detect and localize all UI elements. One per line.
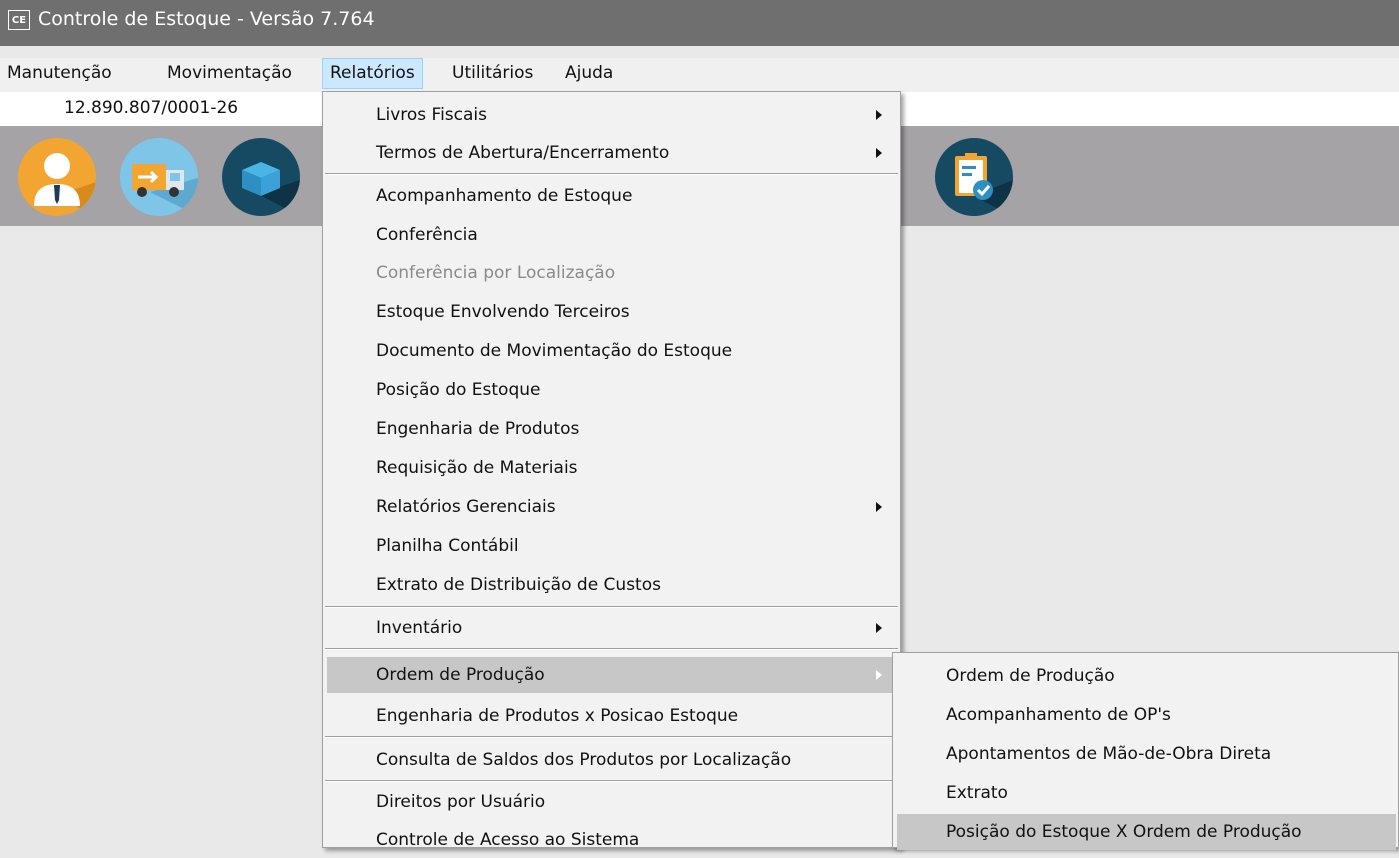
menu-item-termos[interactable]: Termos de Abertura/Encerramento — [323, 135, 900, 171]
menu-separator — [325, 606, 898, 608]
box-icon[interactable] — [222, 138, 300, 216]
menu-separator — [325, 173, 898, 175]
user-manager-icon[interactable] — [18, 138, 96, 216]
submenu-item-apontamentos-mao-obra[interactable]: Apontamentos de Mão-de-Obra Direta — [893, 736, 1398, 772]
chevron-right-icon — [876, 148, 882, 158]
menu-separator — [325, 736, 898, 738]
cnpj-text: 12.890.807/0001-26 — [64, 98, 239, 118]
menu-item-inventario[interactable]: Inventário — [323, 610, 900, 646]
menu-item-extrato-distribuicao[interactable]: Extrato de Distribuição de Custos — [323, 567, 900, 603]
menu-item-engenharia-produtos[interactable]: Engenharia de Produtos — [323, 411, 900, 447]
menu-bar: Manutenção Movimentação Relatórios Utili… — [0, 58, 1399, 92]
menu-item-engenharia-posicao[interactable]: Engenharia de Produtos x Posicao Estoque — [323, 698, 900, 734]
submenu-item-ordem-producao[interactable]: Ordem de Produção — [893, 658, 1398, 694]
menu-item-acompanhamento-estoque[interactable]: Acompanhamento de Estoque — [323, 178, 900, 214]
menu-item-planilha-contabil[interactable]: Planilha Contábil — [323, 528, 900, 564]
chevron-right-icon — [876, 502, 882, 512]
delivery-truck-icon[interactable] — [120, 138, 198, 216]
menu-item-ordem-producao[interactable]: Ordem de Produção — [327, 657, 896, 693]
chevron-right-icon — [876, 110, 882, 120]
menu-item-estoque-terceiros[interactable]: Estoque Envolvendo Terceiros — [323, 294, 900, 330]
menu-item-conferencia-localizacao: Conferência por Localização — [376, 263, 616, 283]
ordem-producao-submenu: Ordem de Produção Acompanhamento de OP's… — [892, 652, 1399, 850]
submenu-item-acompanhamento-op[interactable]: Acompanhamento de OP's — [893, 697, 1398, 733]
menu-item-posicao-estoque[interactable]: Posição do Estoque — [323, 372, 900, 408]
menu-item-relatorios-gerenciais[interactable]: Relatórios Gerenciais — [323, 489, 900, 525]
submenu-item-posicao-estoque-op[interactable]: Posição do Estoque X Ordem de Produção — [897, 814, 1396, 850]
relatorios-menu: Livros Fiscais Termos de Abertura/Encerr… — [322, 91, 901, 850]
menu-item-consulta-saldos[interactable]: Consulta de Saldos dos Produtos por Loca… — [323, 742, 900, 778]
chevron-right-icon — [876, 623, 882, 633]
menu-item-conferencia[interactable]: Conferência — [323, 217, 900, 253]
menu-item-livros-fiscais[interactable]: Livros Fiscais — [323, 97, 900, 133]
menu-manutencao[interactable]: Manutenção — [0, 58, 119, 89]
menu-item-requisicao-materiais[interactable]: Requisição de Materiais — [323, 450, 900, 486]
menu-movimentacao[interactable]: Movimentação — [160, 58, 299, 89]
menu-item-controle-acesso[interactable]: Controle de Acesso ao Sistema — [323, 822, 900, 858]
document-check-icon[interactable] — [935, 138, 1013, 216]
menu-separator — [325, 648, 898, 650]
menu-item-documento-movimentacao[interactable]: Documento de Movimentação do Estoque — [323, 333, 900, 369]
menu-relatorios[interactable]: Relatórios — [322, 58, 423, 89]
menu-item-direitos-usuario[interactable]: Direitos por Usuário — [323, 784, 900, 820]
app-icon: CE — [8, 10, 30, 30]
title-bar: CE Controle de Estoque - Versão 7.764 — [0, 0, 1399, 46]
menu-separator — [325, 780, 898, 782]
submenu-item-extrato[interactable]: Extrato — [893, 775, 1398, 811]
chevron-right-icon — [876, 670, 882, 680]
menu-ajuda[interactable]: Ajuda — [558, 58, 620, 89]
menu-utilitarios[interactable]: Utilitários — [445, 58, 540, 89]
window-title: Controle de Estoque - Versão 7.764 — [38, 8, 375, 30]
